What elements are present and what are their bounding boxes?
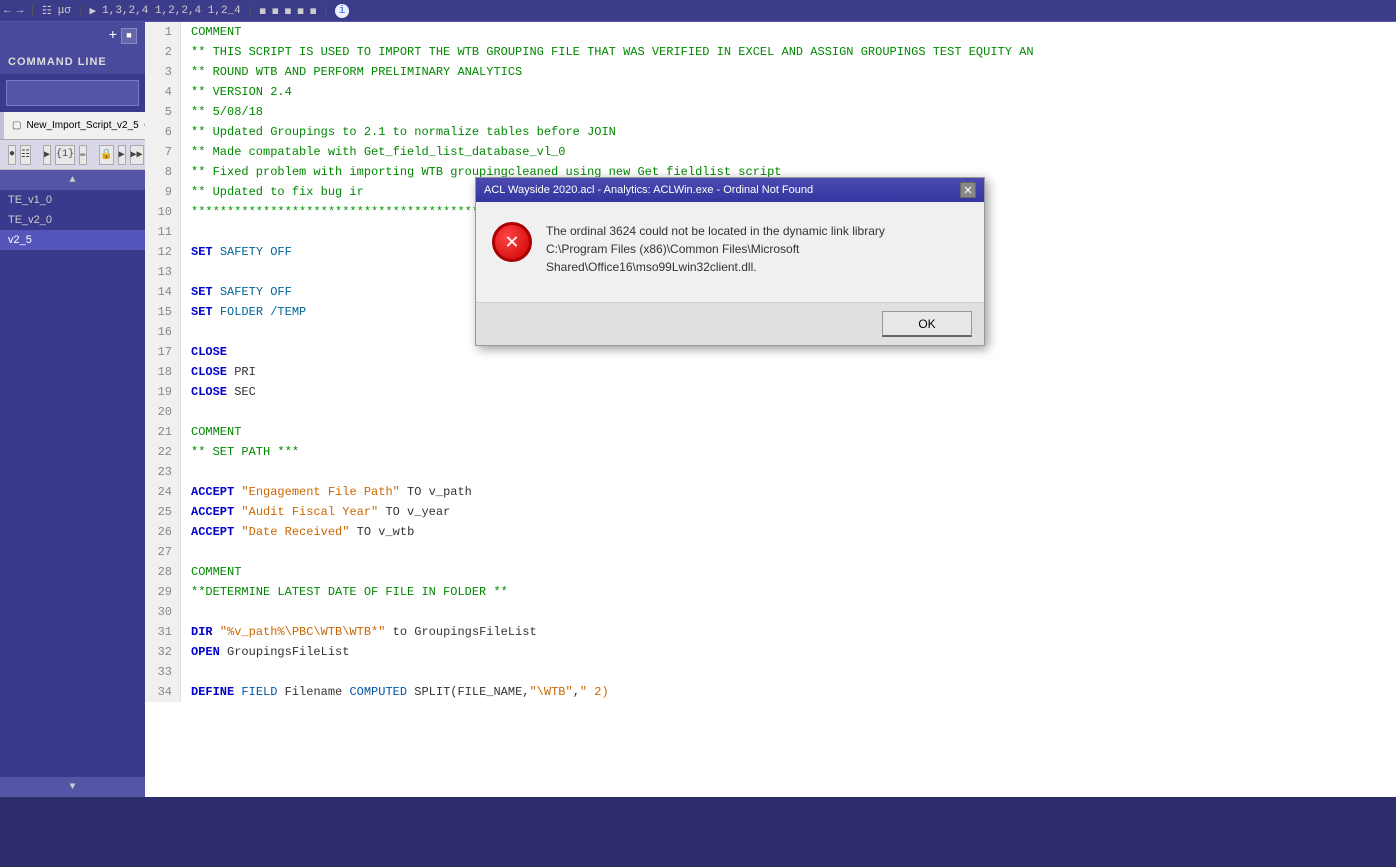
toolbar-icon-misc5[interactable]: ◼ [310, 4, 317, 18]
toolbar-icon-back[interactable]: ← [4, 5, 11, 17]
toolbar-edit-btn[interactable]: ✏ [79, 145, 87, 165]
sidebar-scroll-up[interactable]: ▲ [0, 170, 145, 190]
tab-label: New_Import_Script_v2_5 [26, 120, 138, 131]
sidebar-item-te-v2[interactable]: TE_v2_0 [0, 210, 145, 230]
dialog-ok-button[interactable]: OK [882, 311, 972, 337]
error-icon: ✕ [492, 222, 532, 262]
table-row: 19 CLOSE SEC [145, 382, 1396, 402]
table-row: 34 DEFINE FIELD Filename COMPUTED SPLIT(… [145, 682, 1396, 702]
table-row: 3 ** ROUND WTB AND PERFORM PRELIMINARY A… [145, 62, 1396, 82]
toolbar-icon-grid[interactable]: ☷ [42, 4, 52, 18]
toolbar-icon-info[interactable]: i [335, 4, 349, 18]
table-row: 21 COMMENT [145, 422, 1396, 442]
toolbar-record-btn[interactable]: ● [8, 145, 16, 165]
top-toolbar: ← → | ☷ μσ | ▶ 1,3,2,4 1,2,2,4 1,2_4 | ◼… [0, 0, 1396, 22]
main-content: + ■ COMMAND LINE ▢ New_Import_Script_v2_… [0, 22, 1396, 797]
toolbar-icon-misc4[interactable]: ◼ [297, 4, 304, 18]
table-row: 5 ** 5/08/18 [145, 102, 1396, 122]
table-row: 27 [145, 542, 1396, 562]
editor-content[interactable]: 1 COMMENT 2 ** THIS SCRIPT IS USED TO IM… [145, 22, 1396, 797]
toolbar-sep2: | [77, 5, 84, 17]
table-row: 1 COMMENT [145, 22, 1396, 42]
table-row: 32 OPEN GroupingsFileList [145, 642, 1396, 662]
table-row: 28 COMMENT [145, 562, 1396, 582]
toolbar-icon-forward[interactable]: → [17, 5, 24, 17]
table-row: 24 ACCEPT "Engagement File Path" TO v_pa… [145, 482, 1396, 502]
table-row: 25 ACCEPT "Audit Fiscal Year" TO v_year [145, 502, 1396, 522]
sidebar-add-button[interactable]: + [109, 28, 117, 44]
table-row: 6 ** Updated Groupings to 2.1 to normali… [145, 122, 1396, 142]
sidebar-items: TE_v1_0 TE_v2_0 v2_5 [0, 190, 145, 777]
dialog-body: ✕ The ordinal 3624 could not be located … [476, 202, 984, 302]
command-line-input[interactable] [6, 80, 139, 106]
table-row: 33 [145, 662, 1396, 682]
dialog-titlebar: ACL Wayside 2020.acl - Analytics: ACLWin… [476, 178, 984, 202]
left-sidebar: + ■ COMMAND LINE ▢ New_Import_Script_v2_… [0, 22, 145, 797]
toolbar-runall-btn[interactable]: ▶▶ [130, 145, 144, 165]
sidebar-item-v2-5[interactable]: v2_5 [0, 230, 145, 250]
dialog-close-button[interactable]: ✕ [960, 182, 976, 198]
dialog-title: ACL Wayside 2020.acl - Analytics: ACLWin… [484, 184, 813, 196]
sidebar-top-bar: + ■ [0, 22, 145, 50]
table-row: 18 CLOSE PRI [145, 362, 1396, 382]
toolbar-icons: ← → | ☷ μσ | ▶ 1,3,2,4 1,2,2,4 1,2_4 | ◼… [4, 4, 349, 18]
table-row: 31 DIR "%v_path%\PBC\WTB\WTB*" to Groupi… [145, 622, 1396, 642]
toolbar-play-btn[interactable]: ▶ [43, 145, 51, 165]
tab-bar-sidebar: ▢ New_Import_Script_v2_5 • ✕ [0, 112, 145, 140]
dialog-message: The ordinal 3624 could not be located in… [546, 222, 885, 276]
toolbar-grid-btn[interactable]: ☷ [20, 145, 31, 165]
dialog-footer: OK [476, 302, 984, 345]
toolbar-icon-misc1[interactable]: ◼ [259, 4, 266, 18]
script-toolbar: ● ☷ ▶ {1} ✏ 🔒 ▶ ▶▶ ✓ ← ↘ ↻ ⚙ [0, 140, 145, 170]
tab-icon: ▢ [12, 120, 21, 131]
table-row: 22 ** SET PATH *** [145, 442, 1396, 462]
toolbar-sep3: | [247, 5, 254, 17]
table-row: 29 **DETERMINE LATEST DATE OF FILE IN FO… [145, 582, 1396, 602]
toolbar-icon-misc3[interactable]: ◼ [285, 4, 292, 18]
error-dialog: ACL Wayside 2020.acl - Analytics: ACLWin… [475, 177, 985, 346]
toolbar-icon-play[interactable]: ▶ [90, 4, 97, 18]
script-editor: 1 COMMENT 2 ** THIS SCRIPT IS USED TO IM… [145, 22, 1396, 797]
toolbar-icon-mu[interactable]: μσ [58, 5, 71, 17]
sidebar-item-te-v1[interactable]: TE_v1_0 [0, 190, 145, 210]
table-row: 20 [145, 402, 1396, 422]
table-row: 26 ACCEPT "Date Received" TO v_wtb [145, 522, 1396, 542]
command-line-label: COMMAND LINE [0, 50, 145, 74]
toolbar-lock-btn[interactable]: 🔒 [99, 145, 113, 165]
toolbar-sep1: | [29, 5, 36, 17]
table-row: 4 ** VERSION 2.4 [145, 82, 1396, 102]
toolbar-run-btn[interactable]: ▶ [118, 145, 126, 165]
table-row: 30 [145, 602, 1396, 622]
toolbar-icon-nums[interactable]: 1,3,2,4 1,2,2,4 1,2_4 [102, 5, 241, 17]
sidebar-scroll-down[interactable]: ▼ [0, 777, 145, 797]
toolbar-sep4: | [323, 5, 330, 17]
sidebar-collapse-button[interactable]: ■ [121, 28, 137, 44]
table-row: 23 [145, 462, 1396, 482]
table-row: 2 ** THIS SCRIPT IS USED TO IMPORT THE W… [145, 42, 1396, 62]
toolbar-icon-misc2[interactable]: ◼ [272, 4, 279, 18]
toolbar-step-btn[interactable]: {1} [55, 145, 75, 165]
table-row: 7 ** Made compatable with Get_field_list… [145, 142, 1396, 162]
